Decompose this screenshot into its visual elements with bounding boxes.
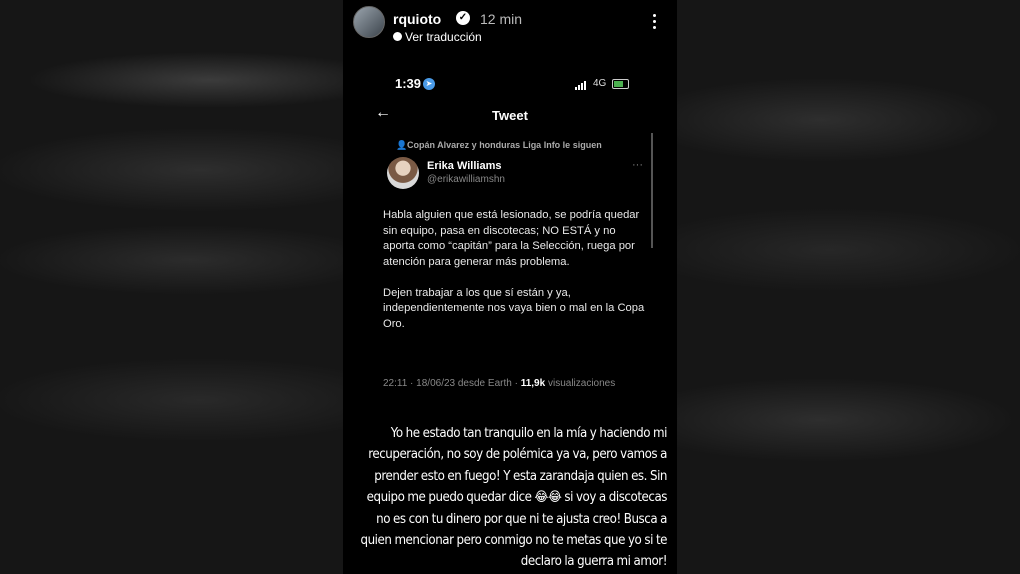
followed-by-text: Copán Alvarez y honduras Liga Info le si… (407, 140, 602, 150)
battery-icon (612, 79, 629, 89)
follow-person-icon: 👤 (396, 140, 408, 150)
story-caption: Yo he estado tan tranquilo en la mía y h… (360, 426, 668, 570)
network-label: 4G (593, 78, 607, 89)
more-options-icon[interactable] (653, 14, 657, 32)
signal-icon (575, 80, 589, 90)
tweet-views-count: 11,9k (520, 378, 546, 389)
tweet-author-handle: @erikawilliamshn (427, 174, 505, 185)
story-header: rquioto ✓ 12 min Ver traducción (353, 6, 667, 46)
time-ago: 12 min (480, 11, 523, 27)
tweet-timestamp: 22:11 · 18/06/23 desde Earth · (383, 378, 518, 389)
tweet-author-avatar[interactable] (387, 157, 419, 189)
translate-icon (393, 32, 402, 41)
screen-title: Tweet (492, 108, 528, 123)
story-viewer: rquioto ✓ 12 min Ver traducción 1:39 ➤ 4… (343, 0, 677, 574)
verified-badge-icon: ✓ (456, 11, 470, 25)
username[interactable]: rquioto (393, 11, 441, 27)
tweet-meta: 22:11 · 18/06/23 desde Earth · 11,9k vis… (383, 378, 615, 389)
user-avatar[interactable] (353, 6, 385, 38)
tweet-text: Habla alguien que está lesionado, se pod… (383, 209, 645, 330)
status-time: 1:39 (395, 76, 422, 91)
translate-link[interactable]: Ver traducción (405, 30, 482, 44)
scrollbar (651, 133, 653, 248)
tweet-views-label: visualizaciones (547, 378, 616, 389)
tweet-card: 👤 Copán Alvarez y honduras Liga Info le … (375, 133, 653, 398)
location-icon: ➤ (423, 78, 435, 90)
tweet-author-name[interactable]: Erika Williams (427, 160, 502, 172)
tweet-more-icon[interactable]: ··· (632, 159, 643, 171)
